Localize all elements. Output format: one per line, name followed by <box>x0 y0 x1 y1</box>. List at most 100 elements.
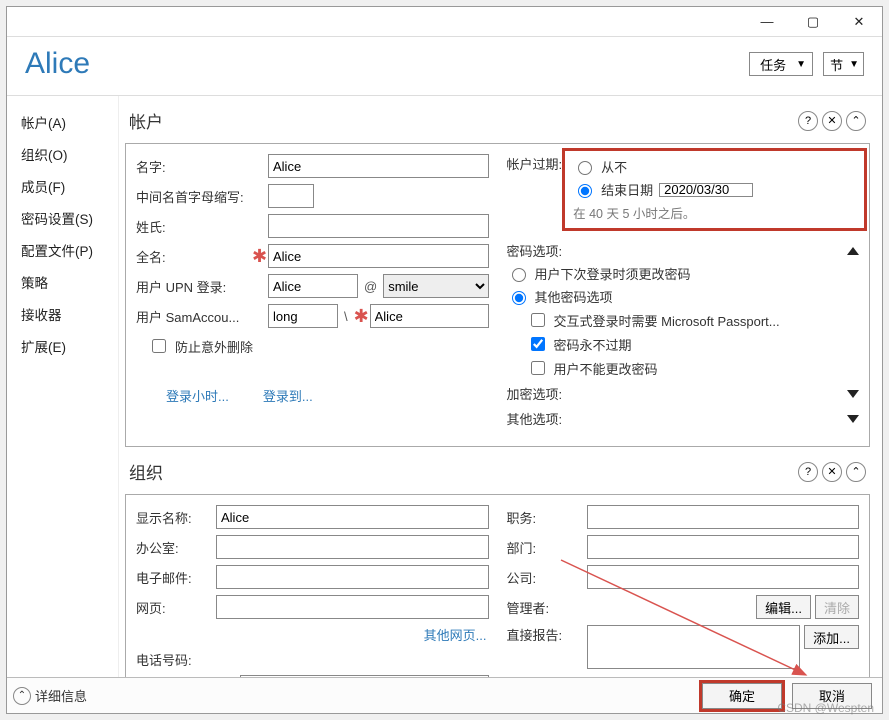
chevron-down-icon <box>847 415 859 423</box>
clear-manager-button[interactable]: 清除 <box>815 595 859 619</box>
help-icon[interactable]: ? <box>798 462 818 482</box>
organization-panel-title: 组织 <box>129 459 163 484</box>
ok-button[interactable]: 确定 <box>702 683 782 709</box>
collapse-panel-icon[interactable]: ⌃ <box>846 462 866 482</box>
close-panel-icon[interactable]: ✕ <box>822 111 842 131</box>
company-label: 公司: <box>507 568 583 587</box>
chevron-down-icon: ▼ <box>796 59 806 70</box>
pwd-other-radio[interactable] <box>512 291 526 305</box>
direct-reports-list[interactable] <box>587 625 801 669</box>
upn-label: 用户 UPN 登录: <box>136 277 248 296</box>
other-web-link[interactable]: 其他网页... <box>424 628 487 643</box>
job-label: 职务: <box>507 508 583 527</box>
never-expire-radio[interactable] <box>578 161 592 175</box>
passport-checkbox[interactable] <box>531 313 545 327</box>
end-date-input[interactable] <box>659 183 753 197</box>
office-input[interactable] <box>216 535 489 559</box>
upn-domain-select[interactable]: smile <box>383 274 488 298</box>
name-label: 名字: <box>136 157 248 176</box>
password-options-header[interactable]: 密码选项: <box>507 241 860 260</box>
pwd-must-change-radio[interactable] <box>512 268 526 282</box>
end-date-label: 结束日期 <box>601 180 653 199</box>
initials-label: 中间名首字母缩写: <box>136 187 248 206</box>
sidebar-item-organization[interactable]: 组织(O) <box>7 138 118 170</box>
dept-input[interactable] <box>587 535 860 559</box>
maximize-button[interactable]: ▢ <box>790 7 836 37</box>
web-input[interactable] <box>216 595 489 619</box>
expire-label: 帐户过期: <box>507 154 563 235</box>
expire-hint: 在 40 天 5 小时之后。 <box>573 203 856 222</box>
other-options-header[interactable]: 其他选项: <box>507 409 860 428</box>
fullname-input[interactable] <box>268 244 489 268</box>
surname-input[interactable] <box>268 214 489 238</box>
collapse-panel-icon[interactable]: ⌃ <box>846 111 866 131</box>
required-icon: ✱ <box>354 306 366 327</box>
other-options-label: 其他选项: <box>507 409 563 428</box>
password-options-label: 密码选项: <box>507 241 563 260</box>
section-dropdown[interactable]: 节 ▼ <box>823 52 864 76</box>
at-symbol: @ <box>362 279 379 294</box>
pwd-never-expire-checkbox[interactable] <box>531 337 545 351</box>
pwd-must-change-label: 用户下次登录时须更改密码 <box>535 264 691 283</box>
dept-label: 部门: <box>507 538 583 557</box>
add-report-button[interactable]: 添加... <box>804 625 859 649</box>
edit-manager-button[interactable]: 编辑... <box>756 595 811 619</box>
web-label: 网页: <box>136 598 212 617</box>
pwd-other-label: 其他密码选项 <box>535 287 613 306</box>
fullname-label: 全名: <box>136 247 248 266</box>
help-icon[interactable]: ? <box>798 111 818 131</box>
details-toggle[interactable]: ⌃ 详细信息 <box>13 686 87 705</box>
name-input[interactable] <box>268 154 489 178</box>
minimize-button[interactable]: — <box>744 7 790 37</box>
sidebar-item-extensions[interactable]: 扩展(E) <box>7 330 118 362</box>
upn-input[interactable] <box>268 274 358 298</box>
details-label: 详细信息 <box>35 686 87 705</box>
job-input[interactable] <box>587 505 860 529</box>
encrypt-options-header[interactable]: 加密选项: <box>507 384 860 403</box>
sam-account-input[interactable] <box>370 304 489 328</box>
phone-label: 电话号码: <box>136 650 236 669</box>
logon-to-link[interactable]: 登录到... <box>263 386 313 405</box>
sidebar: 帐户(A) 组织(O) 成员(F) 密码设置(S) 配置文件(P) 策略 接收器… <box>7 96 119 677</box>
account-panel: 帐户 ? ✕ ⌃ 名字: <box>125 104 870 447</box>
pwd-cannot-change-label: 用户不能更改密码 <box>554 359 658 378</box>
manager-label: 管理者: <box>507 598 583 617</box>
logon-hours-link[interactable]: 登录小时... <box>166 386 229 405</box>
email-input[interactable] <box>216 565 489 589</box>
tasks-dropdown[interactable]: 任务 ▼ <box>749 52 813 76</box>
protect-label: 防止意外删除 <box>175 337 253 356</box>
company-input[interactable] <box>587 565 860 589</box>
protect-checkbox[interactable] <box>152 339 166 353</box>
sidebar-item-account[interactable]: 帐户(A) <box>7 106 118 138</box>
chevron-down-icon: ▼ <box>849 59 859 70</box>
direct-reports-label: 直接报告: <box>507 625 583 644</box>
sidebar-item-profile[interactable]: 配置文件(P) <box>7 234 118 266</box>
sam-domain-input[interactable] <box>268 304 338 328</box>
encrypt-label: 加密选项: <box>507 384 563 403</box>
display-name-input[interactable] <box>216 505 489 529</box>
organization-panel: 组织 ? ✕ ⌃ 显示名称: 办公室: 电子邮件: 网页: <box>125 455 870 677</box>
backslash-separator: \ <box>342 309 350 324</box>
chevron-down-icon <box>847 390 859 398</box>
sidebar-item-receiver[interactable]: 接收器 <box>7 298 118 330</box>
pwd-cannot-change-checkbox[interactable] <box>531 361 545 375</box>
account-panel-title: 帐户 <box>129 108 163 133</box>
initials-input[interactable] <box>268 184 314 208</box>
sidebar-item-policy[interactable]: 策略 <box>7 266 118 298</box>
chevron-up-icon <box>847 247 859 255</box>
close-window-button[interactable]: ✕ <box>836 7 882 37</box>
titlebar: — ▢ ✕ <box>7 7 882 37</box>
required-icon: ✱ <box>252 246 264 267</box>
surname-label: 姓氏: <box>136 217 248 236</box>
main-phone-input[interactable] <box>240 675 489 677</box>
expire-highlight: 从不 结束日期 在 40 天 5 小时之后。 <box>562 148 867 231</box>
email-label: 电子邮件: <box>136 568 212 587</box>
chevron-up-icon: ⌃ <box>13 687 31 705</box>
close-panel-icon[interactable]: ✕ <box>822 462 842 482</box>
sidebar-item-password-settings[interactable]: 密码设置(S) <box>7 202 118 234</box>
tasks-label: 任务 <box>760 55 786 74</box>
office-label: 办公室: <box>136 538 212 557</box>
end-date-radio[interactable] <box>578 184 592 198</box>
watermark-text: CSDN @Wespten <box>777 701 874 715</box>
sidebar-item-members[interactable]: 成员(F) <box>7 170 118 202</box>
